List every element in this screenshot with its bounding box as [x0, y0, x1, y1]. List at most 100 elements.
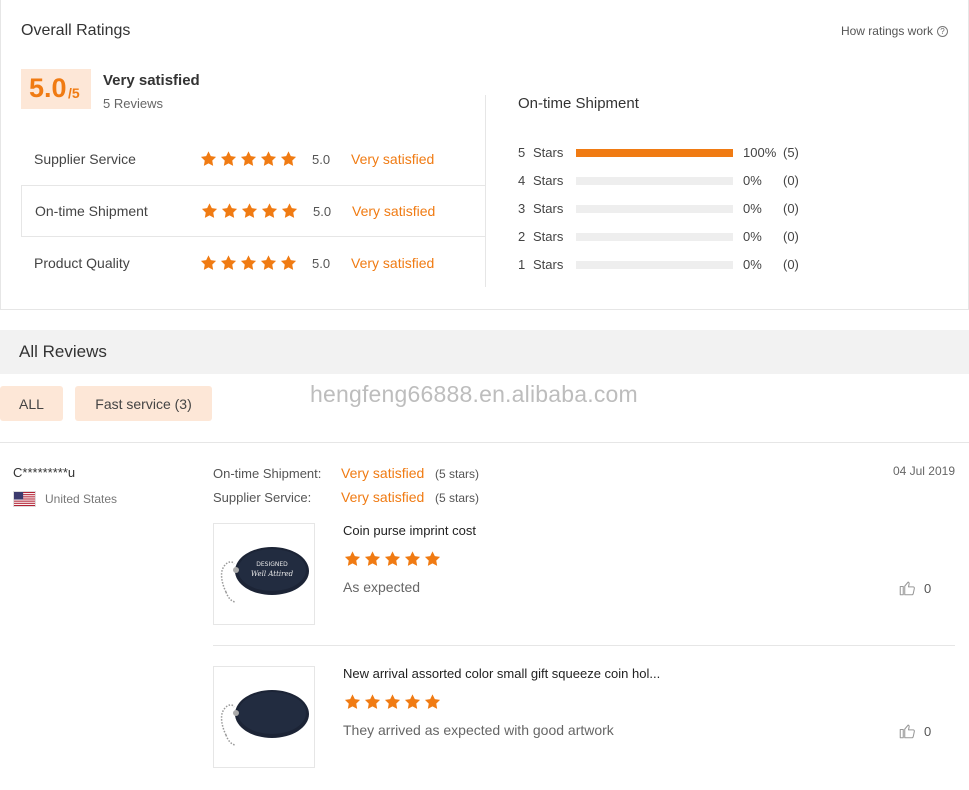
category-stars	[199, 150, 298, 168]
star-icon	[239, 150, 258, 168]
star-icon	[363, 693, 382, 711]
star-icon	[403, 693, 422, 711]
like-button[interactable]: 0	[898, 579, 931, 597]
star-icon	[343, 693, 362, 711]
like-count: 0	[924, 723, 932, 739]
meta-stars-shipment: (5 stars)	[435, 467, 480, 481]
product-thumbnail[interactable]	[213, 666, 315, 768]
watermark: hengfeng66888.en.alibaba.com	[310, 381, 638, 407]
distribution-count: (5)	[783, 145, 799, 160]
category-name: On-time Shipment	[35, 203, 148, 219]
product-stars	[343, 693, 442, 711]
distribution-stars-word: Stars	[533, 201, 564, 216]
how-ratings-work-link[interactable]: How ratings work ?	[841, 24, 948, 38]
category-stars	[199, 254, 298, 272]
distribution-row: 4 Stars 0% (0)	[518, 173, 818, 189]
distribution-percent: 0%	[743, 257, 762, 272]
meta-label-service: Supplier Service:	[213, 490, 312, 505]
star-icon	[403, 550, 422, 568]
category-satisfaction: Very satisfied	[351, 151, 435, 167]
filter-fast-service-button[interactable]: Fast service (3)	[75, 386, 212, 421]
star-icon	[220, 202, 239, 220]
distribution-star-number: 3	[518, 201, 526, 216]
meta-stars-service: (5 stars)	[435, 491, 480, 505]
all-reviews-title: All Reviews	[19, 342, 107, 361]
distribution-row: 3 Stars 0% (0)	[518, 201, 818, 217]
review-comment: As expected	[343, 579, 421, 595]
meta-label-shipment: On-time Shipment:	[213, 466, 322, 481]
distribution-percent: 0%	[743, 201, 762, 216]
distribution-count: (0)	[783, 173, 799, 188]
product-title[interactable]: Coin purse imprint cost	[343, 523, 476, 538]
distribution-count: (0)	[783, 201, 799, 216]
overall-ratings-title: Overall Ratings	[21, 22, 131, 39]
star-icon	[279, 150, 298, 168]
star-icon	[199, 150, 218, 168]
reviewer-country: United States	[45, 492, 118, 506]
coin-purse-image: DESIGNED Well Attired	[220, 547, 309, 603]
distribution-bar	[576, 205, 733, 213]
star-icon	[383, 550, 402, 568]
coin-purse-image	[220, 690, 309, 746]
distribution-star-number: 1	[518, 257, 526, 272]
distribution-title: On-time Shipment	[518, 95, 639, 112]
category-row-on-time-shipment[interactable]: On-time Shipment 5.0 Very satisfied	[21, 185, 486, 237]
reviewer-name: C*********u	[13, 465, 76, 480]
distribution-row: 5 Stars 100% (5)	[518, 145, 818, 161]
product-thumbnail[interactable]: DESIGNED Well Attired	[213, 523, 315, 625]
star-icon	[363, 550, 382, 568]
star-icon	[260, 202, 279, 220]
distribution-bar	[576, 233, 733, 241]
distribution-count: (0)	[783, 229, 799, 244]
like-count: 0	[924, 580, 932, 596]
how-ratings-work-label: How ratings work	[840, 24, 933, 38]
star-icon	[383, 693, 402, 711]
item-divider	[213, 645, 955, 646]
product-title[interactable]: New arrival assorted color small gift sq…	[343, 666, 660, 681]
star-icon	[279, 254, 298, 272]
category-satisfaction: Very satisfied	[352, 203, 436, 219]
review-comment: They arrived as expected with good artwo…	[343, 722, 614, 738]
filter-all-button[interactable]: ALL	[0, 386, 63, 421]
thumb-text-1: DESIGNED	[256, 561, 288, 568]
distribution-star-number: 5	[518, 145, 526, 160]
overall-score: 5.0	[29, 73, 67, 103]
category-name: Supplier Service	[34, 151, 136, 167]
distribution-row: 2 Stars 0% (0)	[518, 229, 818, 245]
distribution-stars-word: Stars	[533, 229, 564, 244]
distribution-bar-fill	[576, 149, 733, 157]
thumbs-up-icon	[899, 724, 915, 739]
distribution-stars-word: Stars	[533, 145, 564, 160]
category-row-supplier-service[interactable]: Supplier Service 5.0 Very satisfied	[21, 133, 486, 185]
product-stars	[343, 550, 442, 568]
all-reviews-header: All Reviews	[0, 330, 969, 374]
star-icon	[423, 550, 442, 568]
distribution-row: 1 Stars 0% (0)	[518, 257, 818, 273]
distribution-star-number: 4	[518, 173, 526, 188]
star-icon	[219, 150, 238, 168]
distribution-percent: 0%	[743, 173, 762, 188]
star-icon	[199, 254, 218, 272]
distribution-bar	[576, 177, 733, 185]
overall-satisfaction-label: Very satisfied	[103, 72, 200, 89]
distribution-stars-word: Stars	[533, 257, 564, 272]
thumb-text-2: Well Attired	[251, 570, 294, 578]
distribution-percent: 0%	[743, 229, 762, 244]
vertical-divider	[485, 95, 486, 287]
category-score: 5.0	[312, 151, 331, 167]
help-icon[interactable]: ?	[937, 25, 948, 37]
review-date: 04 Jul 2019	[892, 464, 955, 478]
category-row-product-quality[interactable]: Product Quality 5.0 Very satisfied	[21, 237, 486, 289]
star-icon	[219, 254, 238, 272]
star-icon	[200, 202, 219, 220]
overall-score-badge: 5.0 /5	[21, 69, 91, 109]
meta-value-service: Very satisfied	[341, 489, 425, 505]
distribution-count: (0)	[783, 257, 799, 272]
distribution-stars-word: Stars	[533, 173, 564, 188]
star-icon	[259, 254, 278, 272]
distribution-star-number: 2	[518, 229, 526, 244]
star-icon	[343, 550, 362, 568]
like-button[interactable]: 0	[898, 722, 931, 740]
us-flag-icon	[13, 491, 36, 507]
overall-score-suffix: /5	[68, 85, 80, 101]
